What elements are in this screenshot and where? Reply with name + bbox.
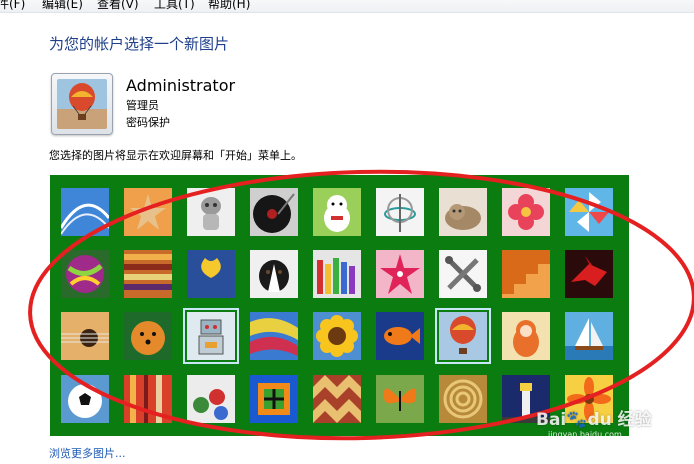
browse-more-pictures-link[interactable]: 浏览更多图片...: [49, 445, 126, 461]
picture-option-window-frame[interactable]: [250, 375, 298, 423]
picture-option-pinwheel[interactable]: [565, 188, 613, 236]
menu-edit[interactable]: 编辑(E): [42, 0, 83, 12]
marbles-icon: [187, 375, 235, 423]
picture-option-sailboat[interactable]: [565, 312, 613, 360]
fabric-rolls-icon: [124, 250, 172, 298]
menu-file[interactable]: 件(F): [0, 0, 25, 12]
picture-option-beach-ball[interactable]: [61, 250, 109, 298]
paper-star-icon: [376, 250, 424, 298]
picture-option-lucky-cat[interactable]: [313, 188, 361, 236]
picture-option-guitar[interactable]: [61, 312, 109, 360]
menu-tools[interactable]: 工具(T): [154, 0, 195, 12]
window-frame-icon: [250, 375, 298, 423]
menu-bar: 件(F) 编辑(E) 查看(V) 工具(T) 帮助(H): [0, 0, 694, 13]
picture-option-ginkgo-leaf[interactable]: [187, 250, 235, 298]
picture-option-toy-robot[interactable]: [183, 308, 239, 364]
soccer-ball-icon: [61, 375, 109, 423]
picture-option-paper-star[interactable]: [376, 250, 424, 298]
paw-icon: 🐾: [566, 410, 588, 430]
menu-view[interactable]: 查看(V): [97, 0, 139, 12]
paper-crane-icon: [565, 250, 613, 298]
crayons-icon: [313, 250, 361, 298]
sailboat-icon: [565, 312, 613, 360]
picture-option-roller-coaster[interactable]: [61, 188, 109, 236]
butterfly-icon: [376, 375, 424, 423]
silk-scarves-icon: [250, 312, 298, 360]
picture-option-border-collie[interactable]: [250, 250, 298, 298]
picture-option-butterfly[interactable]: [376, 375, 424, 423]
picture-option-textile[interactable]: [124, 375, 172, 423]
picture-option-silk-scarves[interactable]: [250, 312, 298, 360]
menu-help[interactable]: 帮助(H): [208, 0, 250, 12]
picture-grid: [50, 175, 629, 436]
robot-figure-icon: [187, 188, 235, 236]
watermark-brand: Bai: [536, 410, 567, 430]
watermark-brand-suffix: du: [587, 410, 612, 430]
picture-option-pomeranian[interactable]: [124, 312, 172, 360]
picture-option-paper-crane[interactable]: [565, 250, 613, 298]
picture-option-spiral-basket[interactable]: [439, 375, 487, 423]
current-user-picture: [51, 73, 113, 135]
matryoshka-icon: [502, 312, 550, 360]
starfish-icon: [124, 188, 172, 236]
watermark-tail: 经验: [617, 410, 652, 430]
picture-option-woven-pattern[interactable]: [313, 375, 361, 423]
textile-icon: [124, 375, 172, 423]
hot-air-balloon-icon: [57, 79, 107, 129]
picture-option-gyroscope[interactable]: [376, 188, 424, 236]
picture-option-starfish[interactable]: [124, 188, 172, 236]
picture-option-stairs[interactable]: [502, 250, 550, 298]
user-name: Administrator: [126, 76, 236, 95]
jacks-icon: [439, 250, 487, 298]
woven-pattern-icon: [313, 375, 361, 423]
picture-option-fabric-rolls[interactable]: [124, 250, 172, 298]
stairs-icon: [502, 250, 550, 298]
picture-option-matryoshka[interactable]: [502, 312, 550, 360]
baidu-watermark: Bai🐾du 经验: [536, 405, 652, 430]
hot-air-balloon-icon: [439, 312, 487, 360]
picture-option-crayons[interactable]: [313, 250, 361, 298]
tropical-fish-icon: [376, 312, 424, 360]
toy-robot-icon: [187, 312, 235, 360]
picture-option-robot-figure[interactable]: [187, 188, 235, 236]
roller-coaster-icon: [61, 188, 109, 236]
gyroscope-icon: [376, 188, 424, 236]
border-collie-icon: [250, 250, 298, 298]
beach-ball-icon: [61, 250, 109, 298]
picture-option-soccer-ball[interactable]: [61, 375, 109, 423]
picture-description: 您选择的图片将显示在欢迎屏幕和「开始」菜单上。: [49, 149, 302, 162]
picture-option-kitten[interactable]: [439, 188, 487, 236]
watermark-url: jingyan.baidu.com: [548, 430, 622, 439]
picture-option-hot-air-balloon[interactable]: [435, 308, 491, 364]
password-status: 密码保护: [126, 116, 170, 129]
page-title: 为您的帐户选择一个新图片: [49, 35, 230, 53]
pomeranian-icon: [124, 312, 172, 360]
pink-flower-icon: [502, 188, 550, 236]
picture-option-jacks[interactable]: [439, 250, 487, 298]
picture-option-pink-flower[interactable]: [502, 188, 550, 236]
kitten-icon: [439, 188, 487, 236]
user-role: 管理员: [126, 99, 159, 112]
pinwheel-icon: [565, 188, 613, 236]
picture-option-sunflower[interactable]: [313, 312, 361, 360]
vinyl-record-icon: [250, 188, 298, 236]
ginkgo-leaf-icon: [187, 250, 235, 298]
lucky-cat-icon: [313, 188, 361, 236]
picture-option-vinyl-record[interactable]: [250, 188, 298, 236]
picture-option-marbles[interactable]: [187, 375, 235, 423]
spiral-basket-icon: [439, 375, 487, 423]
guitar-icon: [61, 312, 109, 360]
sunflower-icon: [313, 312, 361, 360]
picture-option-tropical-fish[interactable]: [376, 312, 424, 360]
